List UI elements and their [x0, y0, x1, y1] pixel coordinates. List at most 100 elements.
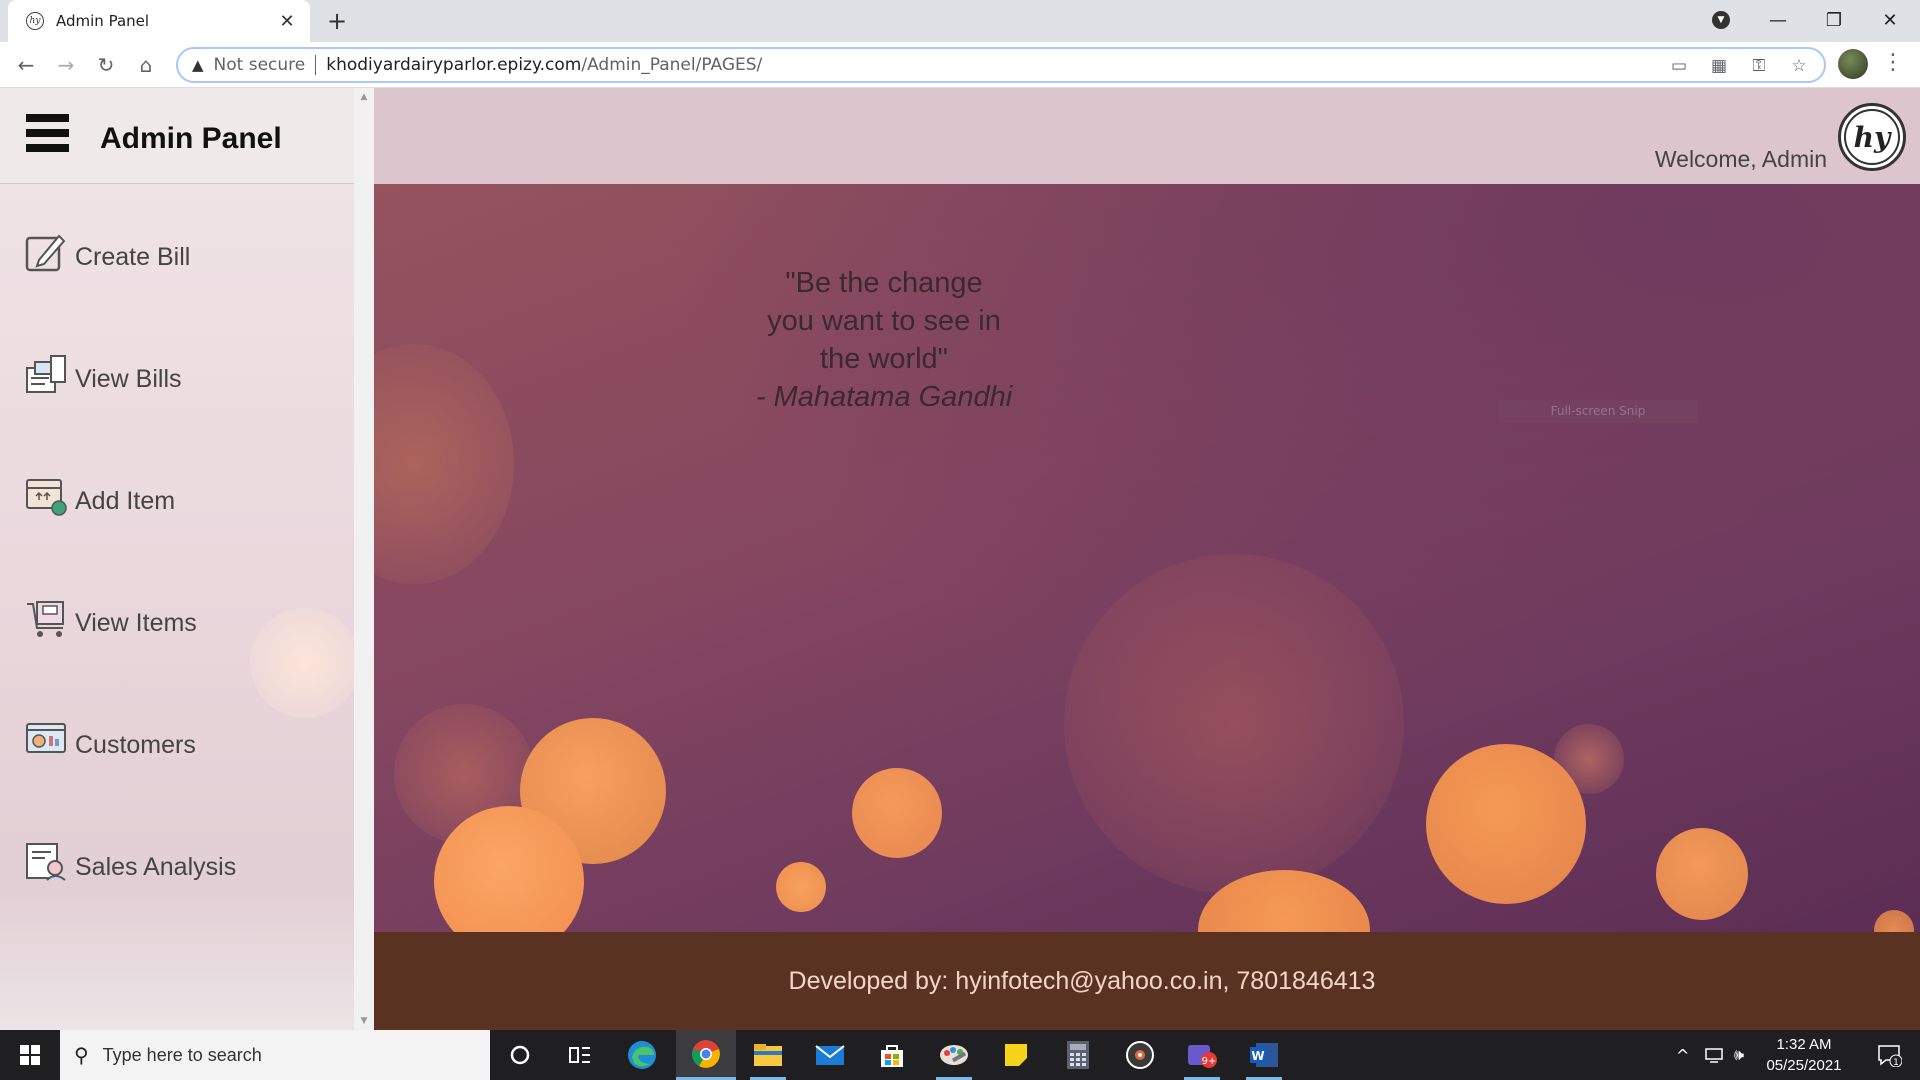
taskbar-search[interactable]: ⚲ Type here to search — [60, 1030, 490, 1080]
edge-icon[interactable] — [612, 1030, 672, 1080]
key-icon[interactable]: ⚿ — [1746, 53, 1772, 79]
security-label: Not secure — [213, 55, 306, 75]
sidebar-item-label: Customers — [75, 731, 196, 759]
close-window-icon[interactable]: ✕ — [1862, 0, 1918, 40]
notification-center-icon[interactable]: 1 — [1866, 1030, 1912, 1080]
bokeh-light — [1656, 828, 1748, 920]
add-item-icon — [25, 476, 69, 518]
sidebar-item-label: View Bills — [75, 365, 182, 393]
notification-count: 1 — [1893, 1058, 1899, 1067]
network-icon[interactable] — [1704, 1030, 1726, 1080]
bokeh-light — [776, 862, 826, 912]
home-icon[interactable]: ⌂ — [130, 50, 162, 80]
company-logo: hy — [1838, 103, 1906, 171]
quote-author: - Mahatama Gandhi — [755, 381, 1013, 413]
footer: Developed by: hyinfotech@yahoo.co.in, 78… — [374, 932, 1920, 1030]
quote-block: "Be the change you want to see in the wo… — [734, 264, 1034, 416]
browser-tab[interactable]: hy Admin Panel ✕ — [8, 0, 310, 42]
bokeh-light — [1874, 910, 1914, 932]
separator — [315, 55, 317, 75]
view-items-icon — [25, 598, 69, 640]
logo-mark: hy — [1844, 109, 1900, 165]
sidebar-item-label: View Items — [75, 609, 197, 637]
bokeh-light — [374, 344, 514, 584]
restore-icon[interactable]: ❐ — [1806, 0, 1862, 40]
tab-search-icon[interactable]: ▼ — [1712, 11, 1730, 29]
sidebar-item-add-item[interactable]: Add Item — [25, 458, 335, 518]
paint-icon[interactable] — [924, 1030, 984, 1080]
clock-date: 05/25/2021 — [1766, 1057, 1842, 1074]
footer-credit: Developed by: hyinfotech@yahoo.co.in, 78… — [788, 966, 1376, 995]
mail-badge-text: 9+ — [1202, 1056, 1217, 1067]
bokeh-light — [1426, 744, 1586, 904]
browser-menu-icon[interactable]: ⋮ — [1882, 50, 1904, 75]
hero-banner: "Be the change you want to see in the wo… — [374, 184, 1920, 932]
welcome-text: Welcome, Admin — [1654, 146, 1827, 172]
bookmark-star-icon[interactable]: ☆ — [1786, 53, 1812, 79]
quote-line: "Be the change — [785, 267, 983, 299]
sidebar-item-view-bills[interactable]: View Bills — [25, 336, 335, 396]
clock[interactable]: 1:32 AM 05/25/2021 — [1760, 1034, 1848, 1076]
cortana-icon[interactable] — [490, 1030, 550, 1080]
back-icon[interactable]: ← — [10, 50, 42, 80]
new-tab-button[interactable]: + — [323, 7, 351, 35]
address-bar[interactable]: ▲ Not secure khodiyardairyparlor.epizy.c… — [176, 47, 1826, 83]
cast-icon[interactable]: ▭ — [1666, 53, 1692, 79]
main-content: Welcome, Admin hy "Be the change you wan… — [374, 88, 1920, 1030]
sidebar-item-label: Add Item — [75, 487, 176, 515]
search-placeholder: Type here to search — [102, 1044, 262, 1065]
scroll-up-icon[interactable]: ▲ — [358, 92, 370, 102]
clock-time: 1:32 AM — [1776, 1036, 1832, 1053]
view-bills-icon — [25, 354, 69, 396]
file-explorer-icon[interactable] — [738, 1030, 798, 1080]
quote-line: the world" — [820, 343, 948, 375]
windows-icon — [20, 1045, 40, 1065]
sidebar-item-customers[interactable]: Customers — [25, 702, 335, 762]
sidebar-item-label: Sales Analysis — [75, 853, 237, 881]
browser-tabstrip: hy Admin Panel ✕ + ▼ — ❐ ✕ — [0, 0, 1920, 42]
customers-icon — [25, 720, 69, 762]
mail-icon[interactable] — [800, 1030, 860, 1080]
create-bill-icon — [25, 232, 69, 274]
task-view-icon[interactable] — [550, 1030, 610, 1080]
sidebar-item-view-items[interactable]: View Items — [25, 580, 335, 640]
sidebar-item-sales-analysis[interactable]: Sales Analysis — [25, 824, 335, 884]
bokeh-light — [1064, 554, 1404, 894]
snip-tooltip: Full-screen Snip — [1498, 400, 1698, 423]
top-header: Welcome, Admin hy — [374, 88, 1920, 184]
url-path: /Admin_Panel/PAGES/ — [581, 55, 763, 75]
browser-toolbar: ← → ↻ ⌂ ▲ Not secure khodiyardairyparlor… — [0, 42, 1920, 88]
sidebar-title: Admin Panel — [100, 122, 282, 155]
sticky-notes-icon[interactable] — [986, 1030, 1046, 1080]
page: Admin Panel Create Bill View Bills Add I… — [0, 88, 1920, 1030]
taskbar: ⚲ Type here to search 9+ W ^ 🕪 1:32 AM 0… — [0, 1030, 1920, 1080]
store-icon[interactable] — [862, 1030, 922, 1080]
sidebar-scrollbar[interactable]: ▲ ▼ — [354, 88, 374, 1030]
sidebar-item-create-bill[interactable]: Create Bill — [25, 214, 335, 274]
minimize-icon[interactable]: — — [1750, 0, 1806, 40]
favicon-icon: hy — [26, 12, 44, 30]
volume-icon[interactable]: 🕪 — [1734, 1030, 1744, 1080]
search-icon: ⚲ — [74, 1043, 89, 1067]
sales-analysis-icon — [25, 842, 69, 884]
hamburger-menu-icon[interactable] — [26, 114, 69, 152]
warning-icon: ▲ — [192, 56, 204, 74]
calculator-icon[interactable] — [1048, 1030, 1108, 1080]
start-button[interactable] — [0, 1030, 60, 1080]
sidebar-header: Admin Panel — [0, 88, 354, 184]
screen-sketch-icon[interactable]: 9+ — [1172, 1030, 1232, 1080]
groove-music-icon[interactable] — [1110, 1030, 1170, 1080]
word-icon[interactable]: W — [1234, 1030, 1294, 1080]
profile-avatar[interactable] — [1838, 49, 1868, 79]
chrome-icon[interactable] — [676, 1030, 736, 1080]
reload-icon[interactable]: ↻ — [90, 50, 122, 80]
url-host: khodiyardairyparlor.epizy.com — [326, 55, 582, 75]
forward-icon[interactable]: → — [50, 50, 82, 80]
tray-show-hidden-icon[interactable]: ^ — [1676, 1030, 1689, 1080]
scroll-down-icon[interactable]: ▼ — [358, 1016, 370, 1026]
svg-text:W: W — [1251, 1049, 1264, 1063]
close-tab-icon[interactable]: ✕ — [276, 11, 298, 32]
sidebar: Admin Panel Create Bill View Bills Add I… — [0, 88, 360, 1030]
tab-title: Admin Panel — [56, 12, 150, 30]
extensions-grid-icon[interactable]: ▦ — [1706, 53, 1732, 79]
